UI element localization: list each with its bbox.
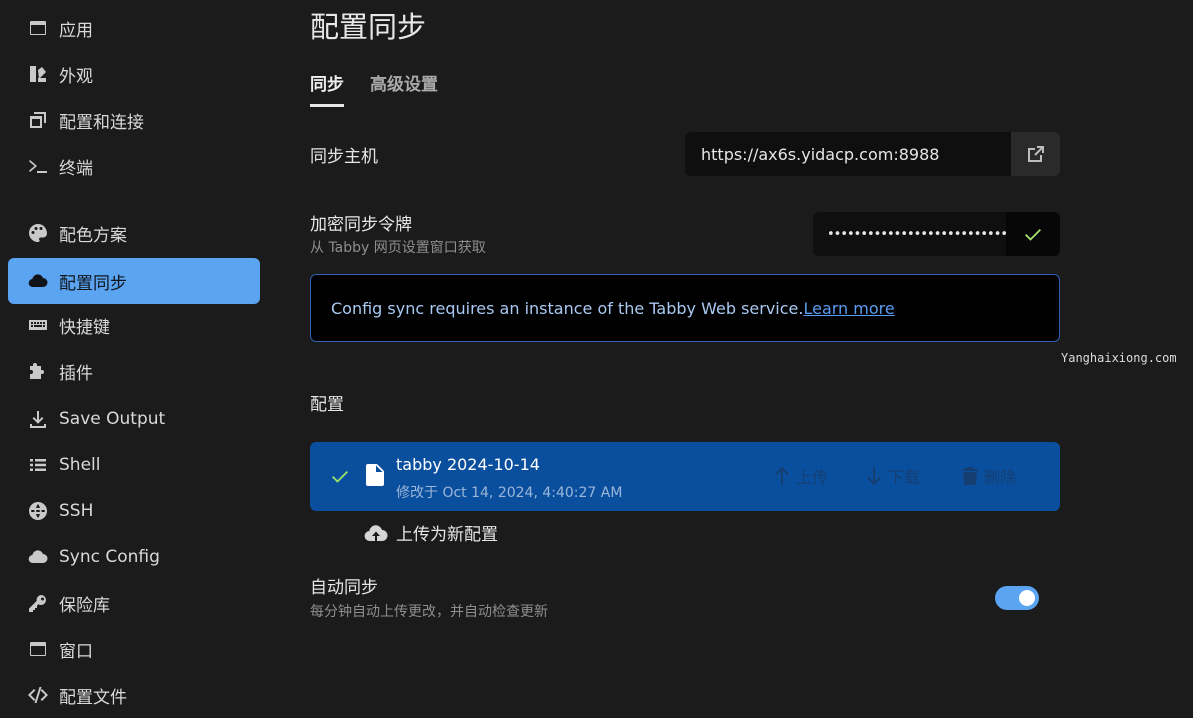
puzzle-icon: [27, 360, 49, 382]
copy-window-icon: [27, 109, 49, 131]
cloud-icon: [27, 270, 49, 292]
page-title: 配置同步: [310, 10, 427, 44]
token-confirm-button[interactable]: [1006, 212, 1060, 256]
sync-token-group: [813, 212, 1060, 256]
sidebar-item-label: Sync Config: [59, 547, 160, 567]
arrow-down-icon: [867, 467, 881, 485]
palette-icon: [27, 222, 49, 244]
sidebar-item-label: 保险库: [59, 595, 110, 616]
sync-token-hint: 从 Tabby 网页设置窗口获取: [310, 240, 486, 256]
config-download-button[interactable]: 下载: [866, 464, 920, 488]
sidebar-item-label: 窗口: [59, 641, 93, 662]
sidebar-item-shell[interactable]: Shell: [8, 442, 260, 488]
keyboard-icon: [27, 314, 49, 336]
sync-host-group: [685, 132, 1060, 176]
open-external-button[interactable]: [1011, 132, 1060, 176]
sidebar-item-label: 终端: [59, 158, 93, 179]
sidebar-item-label: Shell: [59, 455, 101, 475]
cloud-icon: [27, 546, 49, 568]
external-link-icon: [1027, 146, 1044, 162]
paint-swatch-icon: [27, 63, 49, 85]
check-icon: [330, 466, 350, 486]
config-upload-button[interactable]: 上传: [774, 464, 828, 488]
sidebar-item-appearance[interactable]: 外观: [8, 51, 260, 97]
sidebar-item-config-sync[interactable]: 配置同步: [8, 258, 260, 304]
sidebar-item-profiles[interactable]: 配置和连接: [8, 97, 260, 143]
trash-icon: [962, 467, 978, 485]
sync-host-label: 同步主机: [310, 147, 378, 167]
sidebar-item-label: 配色方案: [59, 225, 127, 246]
sidebar-item-sync-config[interactable]: Sync Config: [8, 534, 260, 580]
arrow-up-icon: [775, 467, 789, 485]
code-icon: [27, 684, 49, 706]
toggle-knob: [1019, 590, 1035, 606]
tab-sync[interactable]: 同步: [310, 70, 344, 107]
sidebar-item-label: 配置同步: [59, 273, 127, 294]
sidebar-item-label: 配置文件: [59, 687, 127, 708]
sidebar-item-label: Save Output: [59, 409, 166, 429]
sidebar-item-application[interactable]: 应用: [8, 5, 260, 51]
sidebar-item-profile-files[interactable]: 配置文件: [8, 672, 260, 718]
sidebar-item-terminal[interactable]: 终端: [8, 143, 260, 189]
sidebar-item-label: 快捷键: [59, 317, 110, 338]
sidebar-item-save-output[interactable]: Save Output: [8, 396, 260, 442]
globe-icon: [27, 500, 49, 522]
sync-token-label: 加密同步令牌: [310, 215, 412, 235]
config-modified-date: 修改于 Oct 14, 2024, 4:40:27 AM: [396, 485, 623, 501]
key-icon: [27, 592, 49, 614]
sidebar-item-window[interactable]: 窗口: [8, 626, 260, 672]
sidebar-item-plugins[interactable]: 插件: [8, 348, 260, 394]
sidebar-item-hotkeys[interactable]: 快捷键: [8, 302, 260, 348]
sidebar-item-label: 配置和连接: [59, 112, 144, 133]
settings-sidebar: 应用 外观 配置和连接 终端 配色方案 配置同步 快捷键 插件 Save Out…: [0, 0, 270, 718]
check-icon: [1025, 229, 1041, 241]
config-name: tabby 2024-10-14: [396, 455, 540, 474]
sidebar-item-ssh[interactable]: SSH: [8, 488, 260, 534]
sync-host-input[interactable]: [685, 132, 1011, 176]
sidebar-item-label: 应用: [59, 20, 93, 41]
config-list-item[interactable]: tabby 2024-10-14 修改于 Oct 14, 2024, 4:40:…: [310, 442, 1060, 511]
window-icon: [27, 638, 49, 660]
info-banner: Config sync requires an instance of the …: [310, 274, 1060, 342]
download-icon: [27, 408, 49, 430]
upload-as-new-config-button[interactable]: 上传为新配置: [364, 520, 498, 545]
terminal-icon: [27, 155, 49, 177]
auto-sync-label: 自动同步: [310, 578, 378, 598]
sidebar-item-label: 外观: [59, 66, 93, 87]
configs-label: 配置: [310, 395, 344, 415]
auto-sync-description: 每分钟自动上传更改，并自动检查更新: [310, 604, 548, 620]
sync-token-input[interactable]: [813, 212, 1006, 256]
info-text: Config sync requires an instance of the …: [331, 298, 804, 318]
auto-sync-toggle[interactable]: [995, 586, 1039, 610]
window-icon: [27, 17, 49, 39]
watermark: Yanghaixiong.com: [1061, 351, 1177, 365]
config-delete-button[interactable]: 删除: [962, 464, 1016, 488]
file-icon: [366, 464, 384, 486]
sidebar-item-vault[interactable]: 保险库: [8, 580, 260, 626]
cloud-upload-icon: [364, 524, 388, 541]
sidebar-item-label: SSH: [59, 501, 94, 521]
list-icon: [27, 454, 49, 476]
sidebar-item-label: 插件: [59, 363, 93, 384]
tab-advanced-settings[interactable]: 高级设置: [370, 70, 438, 95]
sidebar-item-color-scheme[interactable]: 配色方案: [8, 210, 260, 256]
learn-more-link[interactable]: Learn more: [803, 299, 894, 318]
